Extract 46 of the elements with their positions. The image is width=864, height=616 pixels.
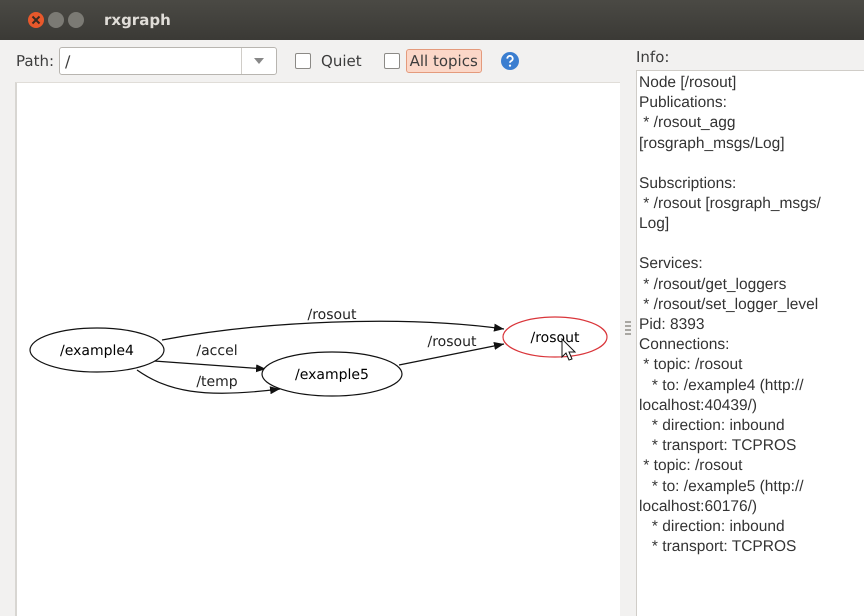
node-label: /example4 (60, 343, 134, 359)
close-icon[interactable] (28, 12, 44, 28)
info-line: * direction: inbound (650, 416, 785, 436)
info-line: Publications: (639, 93, 727, 114)
info-line: localhost:40439/) (639, 396, 758, 416)
info-line: * transport: TCPROS (650, 537, 796, 558)
info-line: [rosgraph_msgs/Log] (639, 134, 785, 154)
info-line: * /rosout/set_logger_level (642, 294, 818, 315)
info-line: * to: /example5 (http:// (650, 476, 804, 497)
checkbox[interactable] (384, 53, 400, 69)
dropdown-arrow-icon[interactable] (254, 58, 264, 64)
info-line: Connections: (639, 335, 730, 356)
node-label: /rosout (530, 330, 580, 346)
info-line: Pid: 8393 (639, 315, 704, 336)
info-line: localhost:60176/) (639, 496, 758, 517)
info-line: Node [/rosout] (639, 73, 736, 93)
help-icon[interactable] (500, 51, 520, 71)
info-line: Log] (639, 214, 670, 234)
info-label: Info: (636, 47, 670, 68)
splitter-handle[interactable] (625, 321, 631, 335)
edge-label: /accel (196, 343, 238, 359)
info-line: * topic: /rosout (642, 456, 742, 476)
info-line: * /rosout_agg (642, 113, 736, 134)
info-line: Services: (639, 254, 703, 274)
edge-label: /rosout (308, 307, 356, 323)
info-line: * topic: /rosout (642, 355, 742, 376)
path-combobox[interactable]: / (59, 47, 278, 75)
info-line: * transport: TCPROS (650, 436, 796, 456)
path-label: Path: (16, 52, 54, 70)
minimize-icon[interactable] (48, 12, 64, 28)
info-line: Subscriptions: (639, 174, 736, 194)
checkbox-label[interactable]: All topics (406, 49, 482, 73)
checkbox-label[interactable]: Quiet (317, 49, 366, 73)
edge-label: /rosout (428, 334, 476, 350)
edge-label: /temp (196, 374, 238, 390)
checkbox[interactable] (295, 53, 312, 69)
window-title: rxgraph (104, 11, 171, 29)
info-line: * to: /example4 (http:// (650, 376, 804, 396)
graph-node[interactable] (261, 351, 403, 397)
graph-node[interactable] (29, 327, 165, 373)
info-line: * /rosout/get_loggers (642, 274, 786, 295)
info-line: * direction: inbound (650, 517, 785, 538)
graph-node[interactable] (502, 316, 608, 358)
info-line: * /rosout [rosgraph_msgs/ (642, 194, 821, 214)
maximize-icon[interactable] (68, 12, 84, 28)
node-label: /example5 (295, 367, 369, 383)
